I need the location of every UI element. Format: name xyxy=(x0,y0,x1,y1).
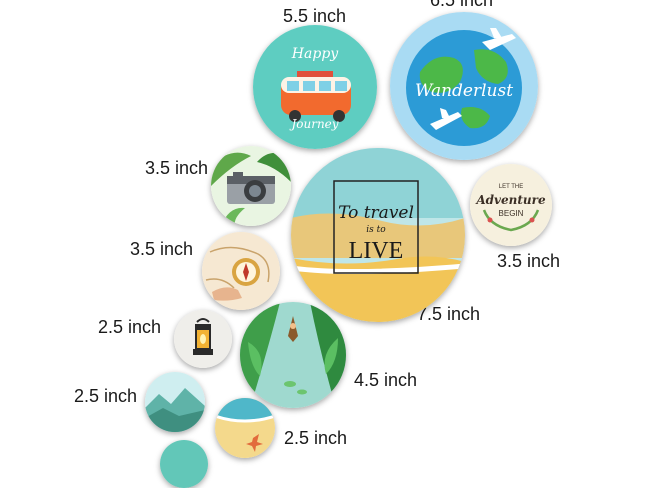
sticker-canoe xyxy=(240,302,346,408)
adventure-art: LET THE Adventure BEGIN xyxy=(470,164,552,246)
label-2-5-inch-lantern: 2.5 inch xyxy=(98,317,162,337)
happy-text: Happy xyxy=(291,46,339,62)
camper-van-icon: Happy Journey xyxy=(253,25,377,149)
compass-map-icon xyxy=(202,232,280,310)
let-the-text: LET THE xyxy=(499,184,523,190)
begin-text: BEGIN xyxy=(499,209,524,218)
label-4-5-inch: 4.5 inch xyxy=(354,370,418,390)
label-6-5-inch: 6.5 inch xyxy=(430,0,494,10)
live-text: LIVE xyxy=(349,238,404,264)
sticker-to-travel-is-to-live: To travel is to LIVE xyxy=(291,148,465,322)
mountains-icon xyxy=(145,372,205,432)
sticker-partial-bottom xyxy=(160,440,208,488)
label-3-5-inch-adventure: 3.5 inch xyxy=(497,251,561,271)
sticker-adventure-begin: LET THE Adventure BEGIN xyxy=(470,164,552,246)
camera-icon xyxy=(211,146,291,226)
sticker-camera xyxy=(211,146,291,226)
label-2-5-inch-beach: 2.5 inch xyxy=(284,428,348,448)
globe-airplanes-icon: Wanderlust xyxy=(390,12,538,160)
wanderlust-text: Wanderlust xyxy=(415,81,513,101)
sticker-lantern xyxy=(174,310,232,368)
label-3-5-inch-camera: 3.5 inch xyxy=(145,158,209,178)
travel-quote-art: To travel is to LIVE xyxy=(291,148,465,322)
adventure-text: Adventure xyxy=(475,193,546,207)
sticker-mountains xyxy=(145,372,205,432)
label-3-5-inch-compass: 3.5 inch xyxy=(130,239,194,259)
is-to-text: is to xyxy=(366,225,386,235)
sticker-happy-journey: Happy Journey xyxy=(253,25,377,149)
beach-icon xyxy=(215,398,275,458)
sticker-wanderlust: Wanderlust xyxy=(390,12,538,160)
journey-text: Journey xyxy=(288,117,338,131)
canoe-river-icon xyxy=(240,302,346,408)
teal-sticker-art xyxy=(160,440,208,488)
to-travel-text: To travel xyxy=(338,203,414,223)
lantern-icon xyxy=(174,310,232,368)
label-5-5-inch: 5.5 inch xyxy=(283,6,347,26)
label-2-5-inch-mountains: 2.5 inch xyxy=(74,386,138,406)
sticker-beach xyxy=(215,398,275,458)
sticker-compass xyxy=(202,232,280,310)
